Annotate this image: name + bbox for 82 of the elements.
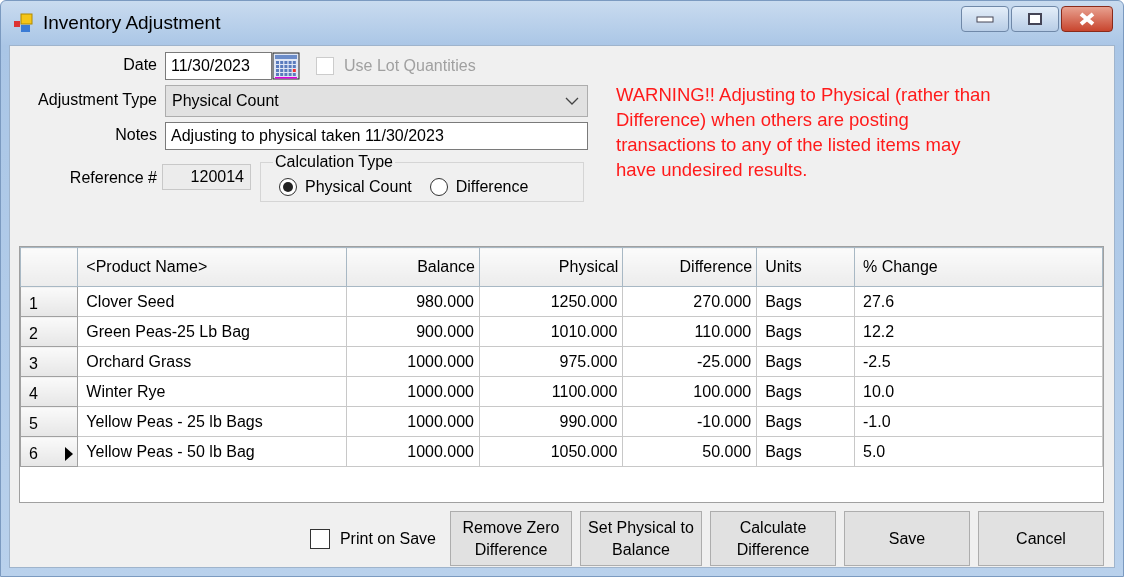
table-cell: 1250.000 bbox=[479, 286, 623, 317]
row-header[interactable]: 4 bbox=[20, 376, 78, 407]
radio-label: Difference bbox=[455, 178, 529, 196]
notes-label: Notes bbox=[114, 125, 157, 144]
warning-text: WARNING!! Adjusting to Physical (rather than Difference) when others are posting transactions to any of the listed items may have undesired results. bbox=[616, 83, 992, 182]
row-header[interactable]: 2 bbox=[20, 316, 78, 347]
row-header[interactable]: 5 bbox=[20, 406, 78, 437]
table-cell: 27.6 bbox=[854, 286, 1103, 317]
table-cell: 975.000 bbox=[479, 346, 623, 377]
table-cell: Yellow Peas - 25 lb Bags bbox=[77, 406, 347, 437]
row-header[interactable]: 3 bbox=[20, 346, 78, 377]
date-label: Date bbox=[122, 55, 157, 74]
table-cell: 10.0 bbox=[854, 376, 1103, 407]
table-cell: -2.5 bbox=[854, 346, 1103, 377]
table-cell: Winter Rye bbox=[77, 376, 347, 407]
table-cell: 1100.000 bbox=[479, 376, 623, 407]
table-cell: Bags bbox=[756, 436, 855, 467]
table-cell: Orchard Grass bbox=[77, 346, 347, 377]
table-cell: 1000.000 bbox=[346, 406, 480, 437]
table-cell: 1000.000 bbox=[346, 376, 480, 407]
table-cell: Yellow Peas - 50 lb Bag bbox=[77, 436, 347, 467]
table-cell: 5.0 bbox=[854, 436, 1103, 467]
close-button[interactable] bbox=[1061, 6, 1113, 32]
checkbox-label: Use Lot Quantities bbox=[344, 57, 476, 75]
column-header[interactable]: <Product Name> bbox=[77, 247, 347, 287]
minimize-icon bbox=[976, 15, 994, 23]
current-row-icon bbox=[65, 447, 74, 461]
table-cell: 1010.000 bbox=[479, 316, 623, 347]
group-label: Calculation Type bbox=[273, 153, 395, 171]
table-cell: Bags bbox=[756, 406, 855, 437]
column-header[interactable]: Difference bbox=[622, 247, 757, 287]
action-button[interactable]: Save bbox=[844, 511, 970, 566]
row-header[interactable]: 6 bbox=[20, 436, 78, 467]
date-field[interactable]: 11/30/2023 bbox=[165, 52, 272, 80]
table-cell: Green Peas-25 Lb Bag bbox=[77, 316, 347, 347]
radio-button[interactable] bbox=[279, 178, 297, 196]
reference-field: 120014 bbox=[162, 164, 251, 190]
table-cell: -1.0 bbox=[854, 406, 1103, 437]
column-header[interactable]: Balance bbox=[346, 247, 480, 287]
table-cell: 1000.000 bbox=[346, 346, 480, 377]
table-cell: Bags bbox=[756, 316, 855, 347]
table-cell: Bags bbox=[756, 346, 855, 377]
calendar-icon[interactable] bbox=[272, 52, 300, 80]
table-cell: 100.000 bbox=[622, 376, 757, 407]
checkbox-label: Print on Save bbox=[339, 529, 436, 548]
table-cell: Bags bbox=[756, 286, 855, 317]
maximize-icon bbox=[1028, 13, 1042, 25]
table-cell: 1000.000 bbox=[346, 436, 480, 467]
table-cell: Bags bbox=[756, 376, 855, 407]
column-header[interactable]: Physical bbox=[479, 247, 623, 287]
table-cell: 270.000 bbox=[622, 286, 757, 317]
chevron-down-icon bbox=[565, 97, 579, 105]
maximize-button[interactable] bbox=[1011, 6, 1059, 32]
table-cell: 1050.000 bbox=[479, 436, 623, 467]
table-cell: 110.000 bbox=[622, 316, 757, 347]
action-button[interactable]: Cancel bbox=[978, 511, 1104, 566]
checkbox[interactable] bbox=[309, 528, 330, 549]
action-button[interactable]: Calculate Difference bbox=[710, 511, 836, 566]
adjustment-type-label: Adjustment Type bbox=[37, 90, 157, 109]
table-cell: 12.2 bbox=[854, 316, 1103, 347]
notes-field[interactable]: Adjusting to physical taken 11/30/2023 bbox=[165, 122, 588, 150]
minimize-button[interactable] bbox=[961, 6, 1009, 32]
table-cell: 980.000 bbox=[346, 286, 480, 317]
reference-label: Reference # bbox=[68, 168, 157, 187]
table-cell: -25.000 bbox=[622, 346, 757, 377]
adjustment-type-dropdown[interactable]: Physical Count bbox=[165, 85, 588, 117]
radio-button[interactable] bbox=[429, 178, 448, 196]
corner-header bbox=[20, 247, 78, 287]
action-button[interactable]: Set Physical to Balance bbox=[580, 511, 702, 566]
table-cell: -10.000 bbox=[622, 406, 757, 437]
table-cell: 50.000 bbox=[622, 436, 757, 467]
column-header[interactable]: Units bbox=[756, 247, 855, 287]
radio-label: Physical Count bbox=[305, 178, 412, 196]
app-icon bbox=[13, 12, 35, 34]
table-cell: Clover Seed bbox=[77, 286, 347, 317]
action-button[interactable]: Remove Zero Difference bbox=[450, 511, 572, 566]
row-header[interactable]: 1 bbox=[20, 286, 78, 317]
table-cell: 900.000 bbox=[346, 316, 480, 347]
window-title: Inventory Adjustment bbox=[43, 12, 222, 34]
table-cell: 990.000 bbox=[479, 406, 623, 437]
column-header[interactable]: % Change bbox=[854, 247, 1103, 287]
close-icon bbox=[1078, 12, 1096, 26]
